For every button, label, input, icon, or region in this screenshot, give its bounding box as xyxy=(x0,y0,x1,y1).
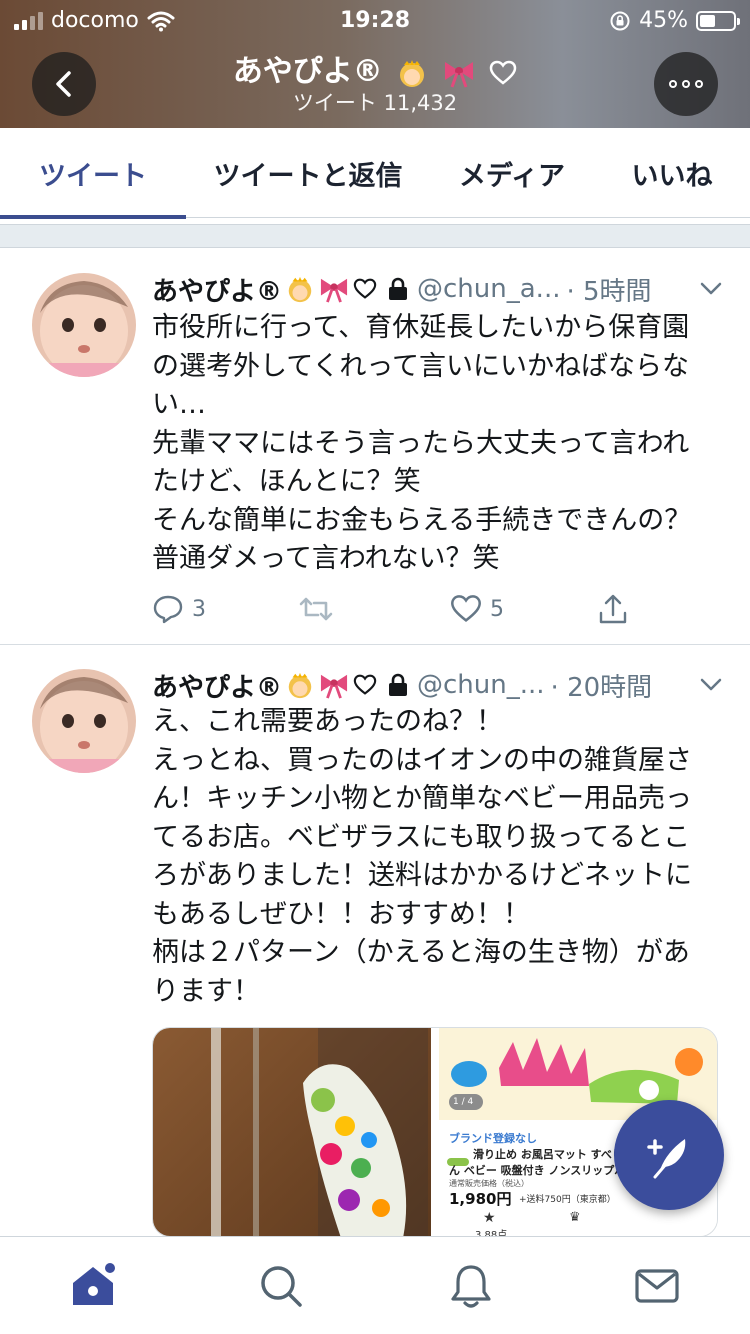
tweet-header: あやぴよ® @chun_a... · 5時間 xyxy=(152,269,730,309)
tweet-text-line: え、これ需要あったのね？！ xyxy=(152,706,503,737)
like-count: 5 xyxy=(490,596,504,622)
tab-tweets[interactable]: ツイート xyxy=(0,128,186,219)
timeline-separator xyxy=(0,224,750,248)
avatar[interactable] xyxy=(32,273,136,377)
baby-avatar-image xyxy=(32,273,136,377)
white-heart-icon xyxy=(353,674,377,695)
compose-tweet-button[interactable] xyxy=(614,1100,724,1210)
share-icon xyxy=(599,594,627,624)
share-button[interactable] xyxy=(598,589,628,629)
display-name[interactable]: あやぴよ® xyxy=(152,271,282,308)
tweet-text-line: 普通ダメって言われない？笑 xyxy=(152,543,500,574)
tab-media[interactable]: メディア xyxy=(430,128,594,218)
tweet-text-line: もあるしぜひ！！おすすめ！！ xyxy=(152,898,530,930)
bottom-navigation xyxy=(0,1236,750,1334)
tweet-text-line: たけど、ほんとに？笑 xyxy=(152,466,421,497)
lock-icon xyxy=(389,277,408,300)
nav-notifications[interactable] xyxy=(446,1261,496,1311)
status-bar: docomo 19:28 45% xyxy=(0,0,750,40)
compose-feather-icon xyxy=(647,1139,686,1179)
chevron-down-icon[interactable] xyxy=(698,671,724,697)
tweet-text: え、これ需要あったのね？！ えっとね、買ったのはイオンの中の雑貨屋さ ん！キッチ… xyxy=(152,703,722,1011)
media-photo-bathmat[interactable] xyxy=(153,1028,431,1236)
ribbon-emoji-icon xyxy=(444,61,473,88)
battery-info: 45% xyxy=(609,8,740,33)
bath-mat-photo xyxy=(211,1028,428,1236)
tab-tweets-and-replies[interactable]: ツイートと返信 xyxy=(186,128,430,218)
tweet-text-line: 先輩ママにはそう言ったら大丈夫って言われ xyxy=(152,427,690,459)
retweet-icon xyxy=(299,597,333,621)
chevron-down-icon[interactable] xyxy=(698,275,724,301)
media-counter: 1 / 4 xyxy=(453,1097,474,1107)
product-brand: ブランド登録なし xyxy=(449,1132,537,1145)
tweet-actions: 3 5 xyxy=(152,589,652,629)
star-icon: ★ xyxy=(483,1210,496,1226)
battery-percent: 45% xyxy=(639,8,688,33)
ribbon-emoji-icon xyxy=(320,278,348,303)
white-heart-icon xyxy=(353,278,377,299)
ribbon-emoji-icon xyxy=(320,674,348,699)
white-heart-icon xyxy=(489,60,517,85)
tweet-text-line: ろがありました！送料はかかるけどネットに xyxy=(152,860,692,891)
reply-button[interactable]: 3 xyxy=(152,589,206,629)
tweet-handle[interactable]: @chun_... xyxy=(417,670,545,700)
more-icon xyxy=(669,80,703,88)
profile-header: docomo 19:28 45% あやぴよ® ツイート 11,432 xyxy=(0,0,750,128)
tweet-text-line: てるお店。ベビザラスにも取り扱ってるとこ xyxy=(152,821,691,853)
reply-icon xyxy=(153,595,183,624)
profile-title: あやぴよ® ツイート 11,432 xyxy=(0,54,750,116)
battery-icon xyxy=(696,10,740,31)
retweet-button[interactable] xyxy=(298,589,334,629)
tweet-text-line: そんな簡単にお金もらえる手続きできんの？ xyxy=(152,504,692,536)
like-button[interactable]: 5 xyxy=(450,589,504,629)
tweet-count: ツイート 11,432 xyxy=(292,91,458,115)
crown-icon: ♛ xyxy=(569,1210,581,1225)
nav-messages[interactable] xyxy=(632,1261,682,1311)
tweet-text-line: 市役所に行って、育休延長したいから保育園 xyxy=(152,312,690,343)
lock-icon xyxy=(389,673,408,696)
tweet-time: · 20時間 xyxy=(550,672,653,703)
product-title-line2: ん ベビー 吸盤付き ノンスリップバ xyxy=(449,1164,626,1177)
tweet-text-line: 柄は２パターン（かえると海の生き物）があ xyxy=(152,937,690,968)
nav-search[interactable] xyxy=(256,1261,306,1311)
heart-icon xyxy=(451,595,481,623)
princess-emoji-icon xyxy=(400,59,425,87)
more-options-button[interactable] xyxy=(654,52,718,116)
princess-emoji-icon xyxy=(288,672,312,699)
tweet-card[interactable]: あやぴよ® @chun_a... · 5時間 市役所に行って、育休延長したいから… xyxy=(0,249,750,645)
princess-emoji-icon xyxy=(288,276,312,303)
tweet-header: あやぴよ® @chun_... · 20時間 xyxy=(152,665,730,705)
bell-icon xyxy=(451,1265,491,1308)
tab-likes[interactable]: いいね xyxy=(594,128,750,218)
profile-tabs: ツイート ツイートと返信 メディア いいね xyxy=(0,128,750,219)
search-icon xyxy=(261,1266,302,1307)
display-name[interactable]: あやぴよ® xyxy=(152,667,282,704)
shipping-fee: +送料750円（東京都） xyxy=(519,1195,616,1205)
home-icon xyxy=(73,1263,115,1305)
rotation-lock-icon xyxy=(610,11,630,30)
avatar[interactable] xyxy=(32,669,136,773)
tweet-time: · 5時間 xyxy=(566,276,652,307)
tweet-text-line: の選考外してくれって言いにいかねばならな xyxy=(152,350,690,382)
profile-name: あやぴよ® xyxy=(232,54,383,89)
reply-count: 3 xyxy=(192,596,206,622)
baby-avatar-image xyxy=(32,669,136,773)
tweet-text-line: えっとね、買ったのはイオンの中の雑貨屋さ xyxy=(152,744,692,776)
tweet-text-line: い… xyxy=(152,389,206,420)
tweet-text-line: ん！キッチン小物とか簡単なベビー用品売っ xyxy=(152,783,692,814)
product-title-line1: 滑り止め お風呂マット すべり止 xyxy=(473,1148,634,1161)
nav-home[interactable] xyxy=(68,1261,118,1311)
mail-icon xyxy=(635,1269,679,1303)
product-price: 1,980円 xyxy=(449,1190,512,1208)
tweet-text: 市役所に行って、育休延長したいから保育園 の選考外してくれって言いにいかねばなら… xyxy=(152,309,722,579)
tweet-text-line: ります！ xyxy=(152,975,260,1007)
tweet-handle[interactable]: @chun_a... xyxy=(417,274,560,304)
